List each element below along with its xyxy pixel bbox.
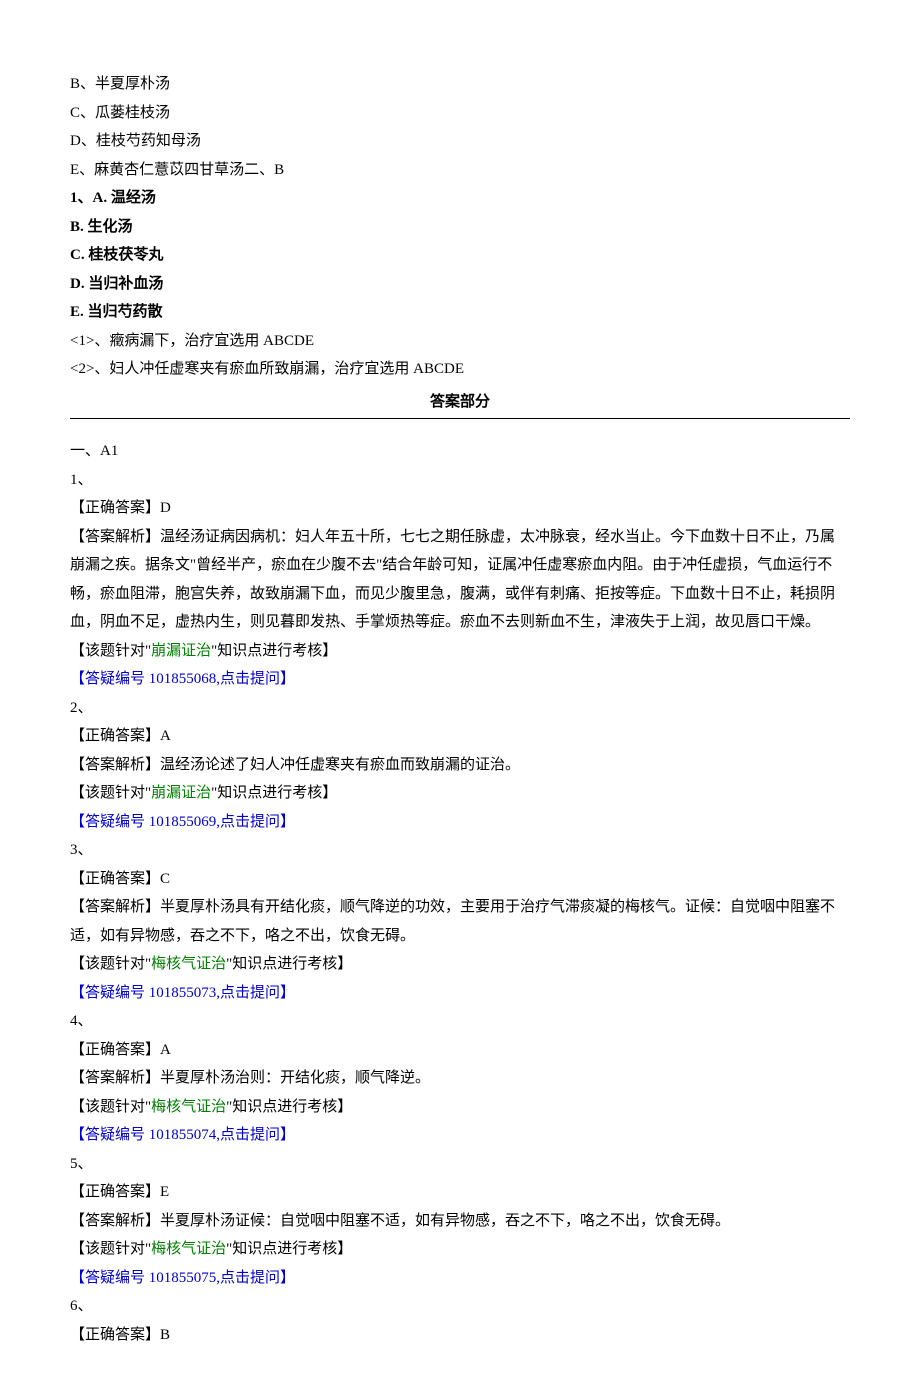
answer-analysis: 【答案解析】半夏厚朴汤治则：开结化痰，顺气降逆。 bbox=[70, 1064, 850, 1093]
faq-link[interactable]: 【答疑编号 101855075,点击提问】 bbox=[70, 1264, 850, 1293]
faq-link[interactable]: 【答疑编号 101855074,点击提问】 bbox=[70, 1121, 850, 1150]
faq-link[interactable]: 【答疑编号 101855069,点击提问】 bbox=[70, 808, 850, 837]
topic-link[interactable]: 崩漏证治 bbox=[151, 643, 211, 659]
answer-num: 5、 bbox=[70, 1150, 850, 1179]
topic-link[interactable]: 梅核气证治 bbox=[151, 1241, 226, 1257]
knowledge-point: 【该题针对"梅核气证治"知识点进行考核】 bbox=[70, 950, 850, 979]
answer-section-title: 答案部分 bbox=[70, 388, 850, 420]
q1-sub2: <2>、妇人冲任虚寒夹有瘀血所致崩漏，治疗宜选用 ABCDE bbox=[70, 355, 850, 384]
answer-num: 4、 bbox=[70, 1007, 850, 1036]
answer-num: 2、 bbox=[70, 694, 850, 723]
answer-num: 3、 bbox=[70, 836, 850, 865]
knowledge-point: 【该题针对"梅核气证治"知识点进行考核】 bbox=[70, 1093, 850, 1122]
option-c: C、瓜蒌桂枝汤 bbox=[70, 99, 850, 128]
correct-answer: 【正确答案】A bbox=[70, 722, 850, 751]
faq-link[interactable]: 【答疑编号 101855068,点击提问】 bbox=[70, 665, 850, 694]
correct-answer: 【正确答案】D bbox=[70, 494, 850, 523]
q1-a: 1、A. 温经汤 bbox=[70, 184, 850, 213]
q1-b: B. 生化汤 bbox=[70, 213, 850, 242]
answer-analysis: 【答案解析】半夏厚朴汤证候：自觉咽中阻塞不适，如有异物感，吞之不下，咯之不出，饮… bbox=[70, 1207, 850, 1236]
answer-item: 1、 【正确答案】D 【答案解析】温经汤证病因病机：妇人年五十所，七七之期任脉虚… bbox=[70, 466, 850, 694]
q1-d: D. 当归补血汤 bbox=[70, 270, 850, 299]
q1-c: C. 桂枝茯苓丸 bbox=[70, 241, 850, 270]
answer-num: 1、 bbox=[70, 466, 850, 495]
section-a1: 一、A1 bbox=[70, 437, 850, 466]
knowledge-point: 【该题针对"崩漏证治"知识点进行考核】 bbox=[70, 637, 850, 666]
topic-link[interactable]: 崩漏证治 bbox=[151, 785, 211, 801]
correct-answer: 【正确答案】A bbox=[70, 1036, 850, 1065]
topic-link[interactable]: 梅核气证治 bbox=[151, 1099, 226, 1115]
answer-analysis: 【答案解析】温经汤论述了妇人冲任虚寒夹有瘀血而致崩漏的证治。 bbox=[70, 751, 850, 780]
knowledge-point: 【该题针对"崩漏证治"知识点进行考核】 bbox=[70, 779, 850, 808]
correct-answer: 【正确答案】E bbox=[70, 1178, 850, 1207]
answer-num: 6、 bbox=[70, 1292, 850, 1321]
answer-analysis: 【答案解析】温经汤证病因病机：妇人年五十所，七七之期任脉虚，太冲脉衰，经水当止。… bbox=[70, 523, 850, 637]
option-e: E、麻黄杏仁薏苡四甘草汤二、B bbox=[70, 156, 850, 185]
faq-link[interactable]: 【答疑编号 101855073,点击提问】 bbox=[70, 979, 850, 1008]
correct-answer: 【正确答案】B bbox=[70, 1321, 850, 1350]
correct-answer: 【正确答案】C bbox=[70, 865, 850, 894]
answer-item: 4、 【正确答案】A 【答案解析】半夏厚朴汤治则：开结化痰，顺气降逆。 【该题针… bbox=[70, 1007, 850, 1150]
knowledge-point: 【该题针对"梅核气证治"知识点进行考核】 bbox=[70, 1235, 850, 1264]
option-d: D、桂枝芍药知母汤 bbox=[70, 127, 850, 156]
q1-e: E. 当归芍药散 bbox=[70, 298, 850, 327]
q1-sub1: <1>、癥病漏下，治疗宜选用 ABCDE bbox=[70, 327, 850, 356]
answer-analysis: 【答案解析】半夏厚朴汤具有开结化痰，顺气降逆的功效，主要用于治疗气滞痰凝的梅核气… bbox=[70, 893, 850, 950]
answer-item: 3、 【正确答案】C 【答案解析】半夏厚朴汤具有开结化痰，顺气降逆的功效，主要用… bbox=[70, 836, 850, 1007]
topic-link[interactable]: 梅核气证治 bbox=[151, 956, 226, 972]
option-b: B、半夏厚朴汤 bbox=[70, 70, 850, 99]
answer-item: 5、 【正确答案】E 【答案解析】半夏厚朴汤证候：自觉咽中阻塞不适，如有异物感，… bbox=[70, 1150, 850, 1293]
answer-item: 2、 【正确答案】A 【答案解析】温经汤论述了妇人冲任虚寒夹有瘀血而致崩漏的证治… bbox=[70, 694, 850, 837]
